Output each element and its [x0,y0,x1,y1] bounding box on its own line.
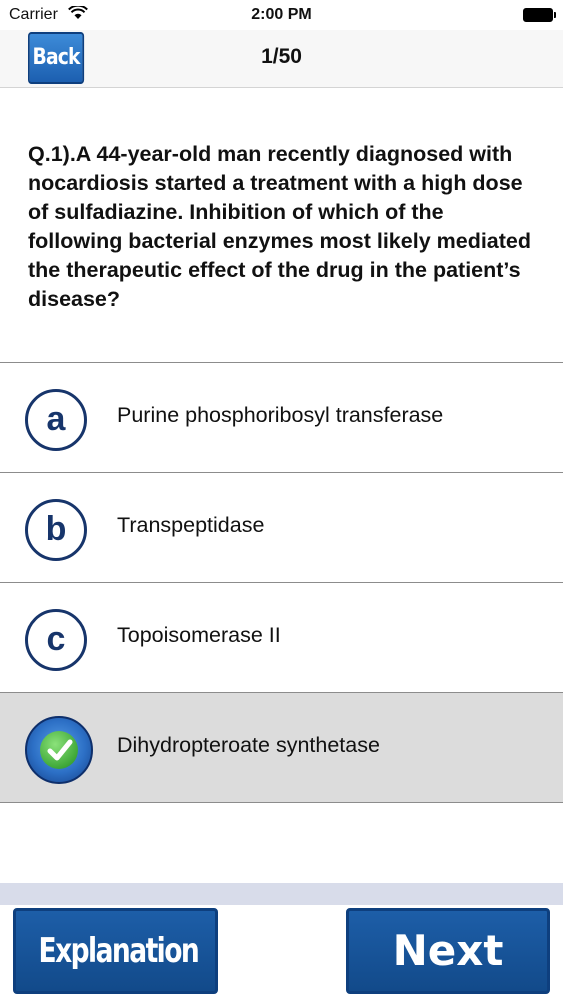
option-a[interactable]: a Purine phosphoribosyl transferase [0,362,563,472]
option-a-badge: a [25,389,87,451]
option-b[interactable]: b Transpeptidase [0,472,563,582]
option-b-label: Transpeptidase [117,513,265,537]
option-c-badge: c [25,609,87,671]
option-c[interactable]: c Topoisomerase II [0,582,563,692]
answer-options: a Purine phosphoribosyl transferase b Tr… [0,362,563,803]
option-a-label: Purine phosphoribosyl transferase [117,403,444,427]
status-bar: Carrier 2:00 PM [0,0,563,30]
footer-bar: Explanation Next [0,905,563,1000]
explanation-label: Explanation [38,931,200,971]
option-d-selected[interactable]: Dihydropteroate synthetase [0,692,563,803]
explanation-button[interactable]: Explanation [13,908,218,994]
question-counter: 1/50 [261,45,302,68]
option-d-label: Dihydropteroate synthetase [117,733,380,757]
footer-divider [0,883,563,905]
question-text: Q.1).A 44-year-old man recently diagnose… [28,142,532,311]
option-b-badge: b [25,499,87,561]
next-button[interactable]: Next [346,908,550,994]
check-icon [25,716,93,784]
navigation-bar: Back 1/50 [0,30,563,88]
battery-icon [523,8,556,22]
clock: 2:00 PM [251,6,312,23]
option-c-label: Topoisomerase II [117,623,281,647]
